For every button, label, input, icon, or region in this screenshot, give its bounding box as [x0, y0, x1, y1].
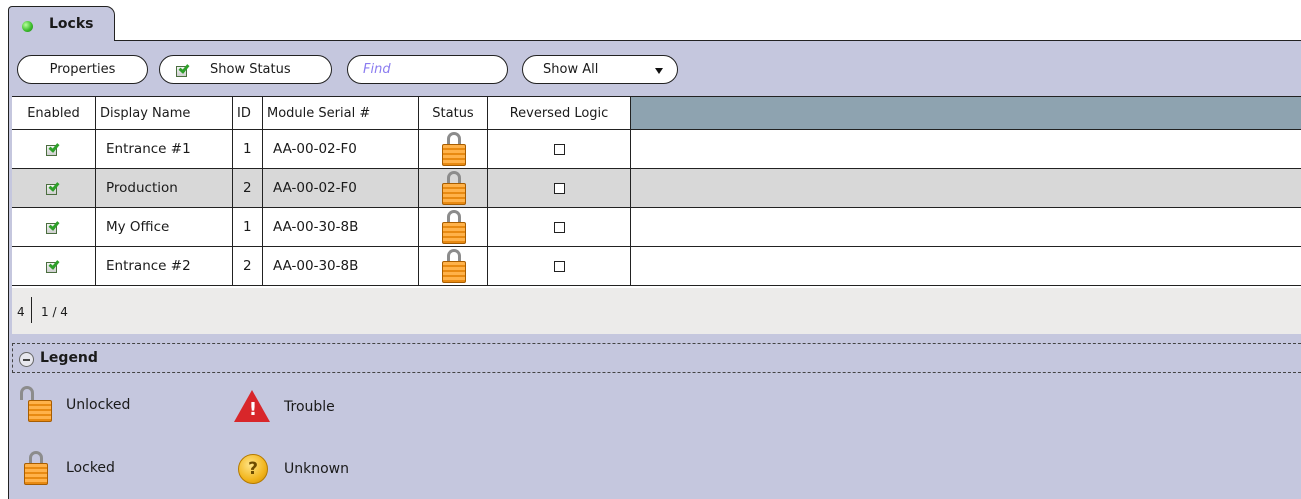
display-name-cell: My Office — [96, 208, 233, 246]
id-cell: 2 — [233, 247, 263, 285]
reversed-logic-checkbox[interactable] — [553, 182, 565, 194]
status-dot-icon — [22, 21, 33, 32]
legend-header[interactable]: Legend — [12, 343, 1301, 373]
legend-item-unknown: ? Unknown — [238, 454, 349, 484]
column-header-display-name[interactable]: Display Name — [96, 97, 233, 129]
unknown-question-icon: ? — [238, 454, 268, 484]
id-cell: 1 — [233, 208, 263, 246]
id-cell: 1 — [233, 130, 263, 168]
reversed-logic-checkbox[interactable] — [553, 221, 565, 233]
column-header-reversed-logic[interactable]: Reversed Logic — [488, 97, 631, 129]
tab-title: Locks — [49, 16, 94, 32]
tab-locks[interactable]: Locks — [8, 6, 115, 41]
column-header-module-serial[interactable]: Module Serial # — [263, 97, 419, 129]
show-status-button[interactable]: Show Status — [159, 55, 332, 84]
serial-cell: AA-00-30-8B — [263, 208, 419, 246]
warning-icon: ! — [234, 390, 272, 424]
enabled-checkbox-icon[interactable] — [45, 141, 62, 156]
show-status-label: Show Status — [210, 62, 291, 77]
display-name-cell: Production — [96, 169, 233, 207]
record-count: 4 — [17, 305, 25, 319]
enabled-checkbox-icon[interactable] — [45, 219, 62, 234]
status-bar: 4 1 / 4 — [12, 288, 1301, 334]
legend-label-unknown: Unknown — [284, 461, 349, 477]
reversed-logic-checkbox[interactable] — [553, 143, 565, 155]
chevron-down-icon — [655, 68, 663, 74]
properties-button[interactable]: Properties — [17, 55, 148, 84]
serial-cell: AA-00-02-F0 — [263, 130, 419, 168]
page-indicator: 1 / 4 — [41, 305, 68, 319]
locks-grid: Enabled Display Name ID Module Serial # … — [12, 96, 1301, 288]
find-input[interactable]: Find — [347, 55, 508, 84]
enabled-checkbox-icon[interactable] — [45, 180, 62, 195]
legend-label-trouble: Trouble — [284, 399, 335, 415]
divider — [31, 297, 32, 323]
find-placeholder: Find — [363, 62, 391, 77]
locked-lock-icon — [20, 449, 50, 487]
legend-item-unlocked: Unlocked — [20, 386, 130, 424]
locks-panel: Properties Show Status Find Show All Ena… — [8, 40, 1301, 499]
checkbox-checked-icon[interactable] — [176, 61, 192, 77]
legend-item-locked: Locked — [20, 449, 115, 487]
table-row[interactable]: Entrance #1 1 AA-00-02-F0 — [12, 130, 1301, 169]
reversed-logic-checkbox[interactable] — [553, 260, 565, 272]
legend-label-locked: Locked — [66, 460, 115, 476]
filter-dropdown[interactable]: Show All — [522, 55, 678, 84]
locked-lock-icon — [438, 130, 468, 168]
locked-lock-icon — [438, 169, 468, 207]
column-header-id[interactable]: ID — [233, 97, 263, 129]
legend-label-unlocked: Unlocked — [66, 397, 131, 413]
serial-cell: AA-00-02-F0 — [263, 169, 419, 207]
locked-lock-icon — [438, 208, 468, 246]
toolbar: Properties Show Status Find Show All — [9, 41, 1301, 96]
filter-dropdown-value: Show All — [543, 62, 599, 77]
grid-header: Enabled Display Name ID Module Serial # … — [12, 96, 1301, 130]
legend-item-trouble: ! Trouble — [234, 390, 335, 424]
table-row[interactable]: Production 2 AA-00-02-F0 — [12, 169, 1301, 208]
serial-cell: AA-00-30-8B — [263, 247, 419, 285]
properties-button-label: Properties — [49, 62, 116, 77]
column-header-enabled[interactable]: Enabled — [12, 97, 96, 129]
collapse-icon[interactable] — [19, 352, 34, 367]
table-row[interactable]: Entrance #2 2 AA-00-30-8B — [12, 247, 1301, 286]
id-cell: 2 — [233, 169, 263, 207]
table-row[interactable]: My Office 1 AA-00-30-8B — [12, 208, 1301, 247]
column-header-status[interactable]: Status — [419, 97, 488, 129]
enabled-checkbox-icon[interactable] — [45, 258, 62, 273]
legend-title: Legend — [40, 350, 98, 366]
display-name-cell: Entrance #1 — [96, 130, 233, 168]
unlocked-lock-icon — [20, 386, 52, 424]
display-name-cell: Entrance #2 — [96, 247, 233, 285]
locked-lock-icon — [438, 247, 468, 285]
legend-panel: Legend Unlocked Locked ! Trouble ? Unkno… — [12, 338, 1301, 499]
